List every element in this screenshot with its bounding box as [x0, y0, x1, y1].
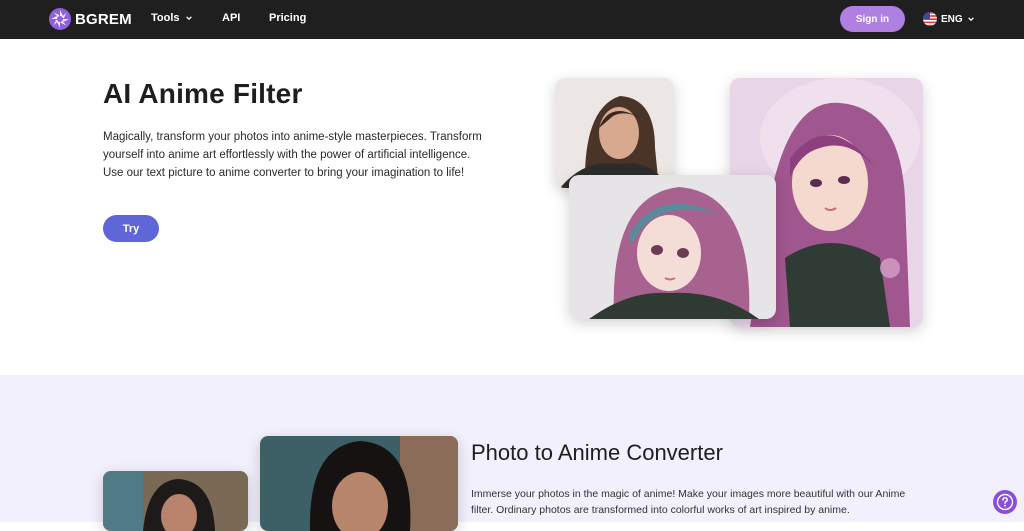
try-button[interactable]: Try: [103, 215, 159, 242]
original-photo-image: [555, 78, 674, 188]
section2-photo-small: [103, 471, 248, 531]
chevron-down-icon: [185, 16, 192, 21]
sign-in-button[interactable]: Sign in: [840, 6, 905, 32]
chevron-down-icon: [967, 17, 974, 22]
nav-item-tools[interactable]: Tools: [151, 12, 193, 24]
language-selector[interactable]: ENG: [923, 12, 975, 26]
us-flag-icon: [923, 12, 937, 26]
logo-mark-icon: [49, 8, 71, 30]
bgrem-logo[interactable]: BGREM: [48, 7, 132, 31]
nav-item-api[interactable]: API: [222, 12, 240, 24]
nav-item-tools-label: Tools: [151, 12, 180, 24]
nav-item-pricing-label: Pricing: [269, 12, 307, 24]
section2-description: Immerse your photos in the magic of anim…: [471, 488, 906, 516]
page-title: AI Anime Filter: [103, 78, 303, 109]
top-navbar: BGREM Tools API Pricing Sign in ENG: [0, 0, 1024, 39]
help-button[interactable]: [993, 490, 1017, 514]
help-icon: [996, 493, 1014, 511]
language-label: ENG: [941, 13, 963, 25]
section2-photo-large: [260, 436, 458, 531]
nav-item-api-label: API: [222, 12, 241, 24]
section2-title: Photo to Anime Converter: [471, 440, 723, 465]
hero-description: Magically, transform your photos into an…: [103, 131, 482, 179]
logo-text: BGREM: [75, 10, 132, 28]
nav-item-pricing[interactable]: Pricing: [269, 12, 306, 24]
anime-result-image-medium: [569, 175, 776, 319]
